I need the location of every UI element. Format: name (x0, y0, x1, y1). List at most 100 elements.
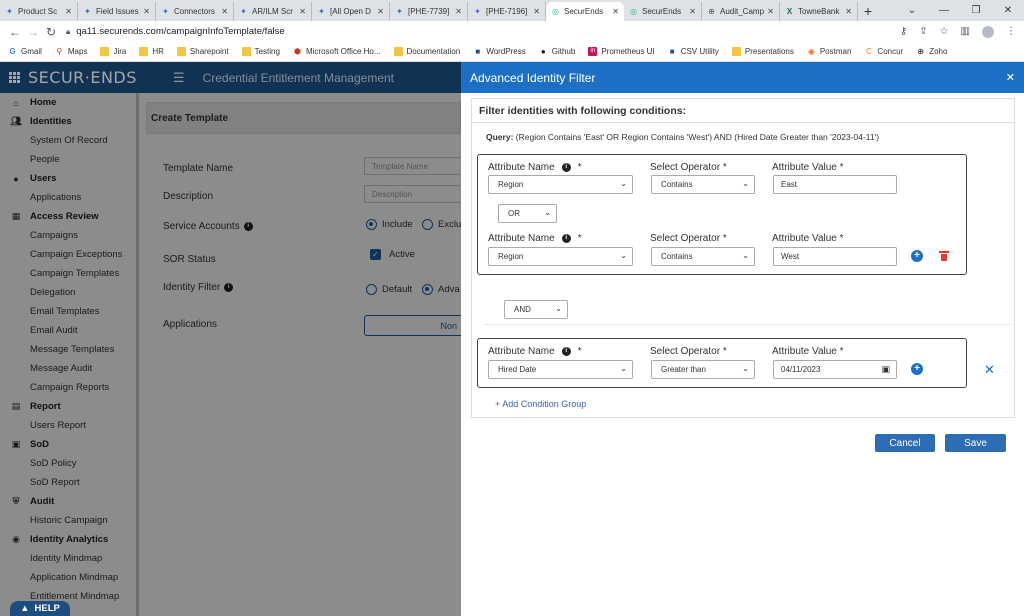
chevron-up-icon: ▲ (20, 603, 30, 614)
add-condition-group-link[interactable]: + Add Condition Group (495, 399, 586, 409)
select-operator-label: Select Operator * (650, 162, 727, 173)
browser-tab[interactable]: ✦ Field Issues ✕ (78, 2, 156, 21)
group-logic-select[interactable]: AND ⌄ (504, 300, 568, 319)
bookmark-maps[interactable]: ⚲ Maps (55, 47, 87, 56)
profile-avatar[interactable] (982, 25, 994, 38)
calendar-icon[interactable]: ▣ (881, 364, 890, 375)
browser-tab[interactable]: ◎ SecurEnds ✕ (624, 2, 702, 21)
select-operator-label: Select Operator * (650, 346, 727, 357)
tab-close-icon[interactable]: ✕ (533, 7, 540, 16)
chevron-down-icon: ⌄ (620, 251, 627, 260)
tab-close-icon[interactable]: ✕ (299, 7, 306, 16)
attribute-value-input[interactable]: West (773, 247, 897, 266)
remove-group-icon[interactable]: ✕ (984, 362, 995, 378)
bookmark-postman[interactable]: ◉ Postman (807, 47, 852, 56)
tab-close-icon[interactable]: ✕ (377, 7, 384, 16)
tab-close-icon[interactable]: ✕ (845, 7, 852, 16)
window-close-icon[interactable]: ✕ (992, 5, 1024, 16)
forward-icon[interactable]: → (24, 25, 42, 39)
tab-close-icon[interactable]: ✕ (767, 7, 774, 16)
jira-icon: ✦ (6, 7, 13, 16)
chevron-down-icon: ⌄ (555, 304, 562, 313)
bookmark-office[interactable]: ⬢ Microsoft Office Ho... (293, 47, 381, 56)
address-bar-actions: ⚷ ⇪ ☆ ▥ ⋮ (900, 21, 1016, 42)
url-field[interactable]: 🔒︎ qa11.securends.com/campaignInfoTempla… (66, 26, 285, 37)
cancel-button[interactable]: Cancel (875, 434, 935, 452)
excel-icon: X (786, 7, 793, 16)
operator-select[interactable]: Greater than ⌄ (651, 360, 755, 379)
bookmark-sharepoint[interactable]: Sharepoint (176, 47, 229, 56)
concur-icon: C (866, 47, 872, 56)
bookmark-zoho[interactable]: ⊕ Zoho (916, 47, 947, 56)
add-condition-icon[interactable]: + (911, 250, 923, 262)
bookmark-presentations[interactable]: Presentations (731, 47, 794, 56)
tab-close-icon[interactable]: ✕ (143, 7, 150, 16)
back-icon[interactable]: ← (6, 25, 24, 39)
browser-tab[interactable]: X TowneBank ✕ (780, 2, 858, 21)
share-icon[interactable]: ⇪ (919, 26, 927, 37)
attribute-name-label: Attribute Name i * (488, 233, 582, 244)
bookmark-documentation[interactable]: Documentation (393, 47, 460, 56)
browser-tab[interactable]: ✦ Connectors ✕ (156, 2, 234, 21)
bookmark-csv-utility[interactable]: ■ CSV Utility (668, 47, 719, 56)
tab-close-icon[interactable]: ✕ (455, 7, 462, 16)
folder-icon (393, 47, 403, 56)
bookmark-jira[interactable]: Jira (100, 47, 126, 56)
folder-icon (139, 47, 149, 56)
lock-icon: 🔒︎ (66, 26, 71, 36)
condition-group-2: Attribute Name i * Select Operator * Attri… (477, 338, 967, 388)
browser-tab[interactable]: ✦ [PHE-7196] ✕ (468, 2, 546, 21)
csv-icon: ■ (669, 47, 675, 56)
advanced-identity-filter-drawer: Advanced Identity Filter ✕ Filter identi… (461, 62, 1024, 616)
browser-tab[interactable]: ✦ Product Sc ✕ (0, 2, 78, 21)
trash-icon[interactable] (939, 250, 949, 261)
folder-icon (241, 47, 251, 56)
operator-select[interactable]: Contains ⌄ (651, 175, 755, 194)
add-condition-icon[interactable]: + (911, 363, 923, 375)
browser-tab[interactable]: ✦ AR/ILM Scr ✕ (234, 2, 312, 21)
bookmark-testing[interactable]: Testing (241, 47, 280, 56)
bookmark-concur[interactable]: C Concur (864, 47, 903, 56)
date-value-input[interactable]: 04/11/2023 ▣ (773, 360, 897, 379)
jira-icon: ✦ (84, 7, 91, 16)
modal-backdrop[interactable] (0, 93, 461, 616)
tab-close-icon[interactable]: ✕ (65, 7, 72, 16)
jira-icon: ✦ (396, 7, 403, 16)
save-button[interactable]: Save (945, 434, 1006, 452)
attribute-name-label: Attribute Name i * (488, 346, 582, 357)
prometheus-icon: in (588, 47, 598, 56)
wordpress-icon: ■ (475, 47, 481, 56)
star-icon[interactable]: ☆ (940, 26, 949, 37)
help-button[interactable]: ▲ HELP (10, 601, 70, 616)
browser-tab[interactable]: ✦ [All Open D ✕ (312, 2, 390, 21)
new-tab-button[interactable]: + (858, 2, 878, 21)
bookmark-gmail[interactable]: G Gmail (8, 47, 42, 56)
attribute-select[interactable]: Region ⌄ (488, 247, 633, 266)
bookmark-prometheus[interactable]: in Prometheus UI (588, 47, 655, 56)
reload-icon[interactable]: ↻ (42, 25, 60, 39)
restore-icon[interactable]: ❐ (960, 5, 992, 16)
minimize-icon[interactable]: — (928, 5, 960, 16)
info-icon: i (561, 347, 571, 356)
browser-tab[interactable]: ⊕ Audit_Camp ✕ (702, 2, 780, 21)
bookmark-wordpress[interactable]: ■ WordPress (473, 47, 525, 56)
sidepanel-icon[interactable]: ▥ (961, 26, 970, 37)
attribute-select[interactable]: Hired Date ⌄ (488, 360, 633, 379)
jira-icon: ✦ (318, 7, 325, 16)
bookmark-github[interactable]: ● Github (539, 47, 576, 56)
menu-kebab-icon[interactable]: ⋮ (1006, 26, 1016, 37)
browser-tab-active[interactable]: ◎ SecurEnds ✕ (546, 2, 624, 21)
operator-select[interactable]: Contains ⌄ (651, 247, 755, 266)
key-icon[interactable]: ⚷ (900, 26, 907, 37)
tab-close-icon[interactable]: ✕ (612, 7, 619, 16)
window-controls: ⌄ — ❐ ✕ (896, 0, 1024, 21)
attribute-select[interactable]: Region ⌄ (488, 175, 633, 194)
inner-logic-select[interactable]: OR ⌄ (498, 204, 557, 223)
close-icon[interactable]: ✕ (1006, 71, 1015, 84)
tab-close-icon[interactable]: ✕ (221, 7, 228, 16)
browser-tab[interactable]: ✦ [PHE-7739] ✕ (390, 2, 468, 21)
attribute-value-input[interactable]: East (773, 175, 897, 194)
bookmark-hr[interactable]: HR (139, 47, 164, 56)
tab-close-icon[interactable]: ✕ (689, 7, 696, 16)
tab-search-icon[interactable]: ⌄ (896, 5, 928, 16)
